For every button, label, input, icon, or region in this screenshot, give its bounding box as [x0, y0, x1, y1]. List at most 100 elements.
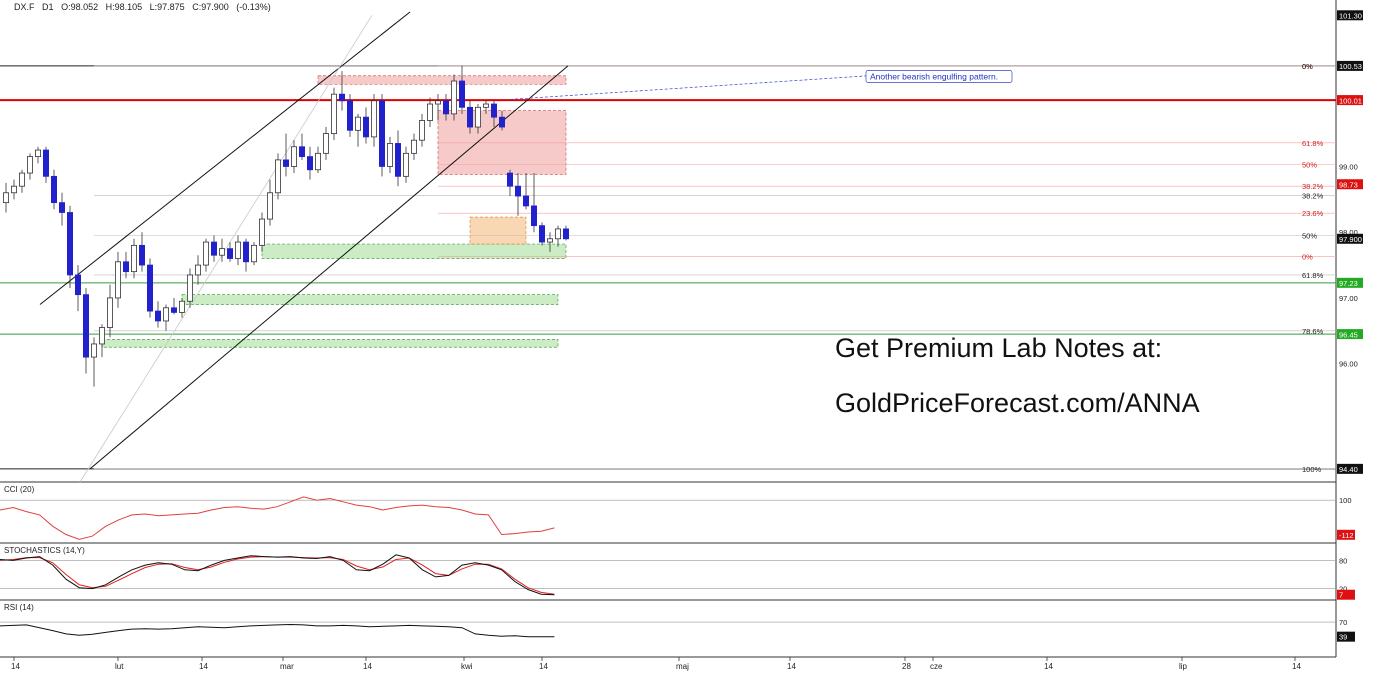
price-axis-label: 94.40	[1339, 465, 1358, 474]
candle-body	[466, 106, 473, 128]
cci-line	[0, 496, 555, 540]
candle-body	[130, 244, 137, 273]
candle-body	[274, 159, 281, 194]
indicator-title: STOCHASTICS (14,Y)	[4, 546, 85, 555]
candle-body	[154, 310, 161, 322]
price-axis-label: 96.45	[1339, 330, 1358, 339]
candle-body	[298, 146, 305, 158]
candle-body	[83, 294, 90, 358]
candle-body	[362, 116, 369, 138]
candle-body	[18, 172, 25, 187]
candle-body	[306, 156, 313, 171]
candle-body	[170, 307, 177, 313]
price-axis-label: 101.30	[1339, 11, 1362, 20]
candle-body	[314, 152, 321, 171]
candle-body	[515, 185, 522, 197]
candle-body	[250, 244, 257, 263]
fib-label: 23.6%	[1302, 209, 1324, 218]
x-axis-label: lip	[1179, 662, 1188, 671]
price-axis-label: 97.00	[1339, 294, 1358, 303]
candle-body	[266, 192, 273, 220]
candle-body	[146, 264, 153, 312]
candle-body	[10, 185, 17, 194]
candle-body	[242, 241, 249, 263]
candle-body	[3, 192, 9, 204]
candle-body	[59, 202, 66, 213]
price-axis-label: 97.900	[1339, 235, 1362, 244]
price-axis-label: 100.53	[1339, 62, 1362, 71]
candle-body	[123, 261, 130, 273]
fib-label: 61.8%	[1302, 139, 1324, 148]
x-axis-label: 14	[363, 662, 372, 671]
candle-body	[51, 175, 58, 204]
candle-body	[547, 238, 554, 243]
indicator-title: RSI (14)	[4, 603, 34, 612]
candle-body	[394, 143, 401, 177]
candle-body	[330, 93, 337, 135]
candle-body	[410, 139, 417, 154]
annotation-text: Another bearish engulfing pattern.	[870, 72, 998, 82]
x-axis-label: 28	[902, 662, 911, 671]
indicator-tick-label: -112	[1339, 531, 1353, 540]
candle-body	[539, 225, 546, 243]
x-axis-label: kwi	[461, 662, 473, 671]
current-zone	[469, 216, 527, 245]
price-axis-label: 97.23	[1339, 279, 1358, 288]
candle-body	[35, 149, 42, 158]
trendline-lower	[89, 65, 569, 470]
candle-body	[258, 218, 265, 246]
fib-label: 38.2%	[1302, 182, 1324, 191]
candle-body	[210, 241, 217, 256]
candle-body	[370, 100, 377, 138]
x-axis-label: mar	[280, 662, 294, 671]
fib-label: 61.8%	[1302, 271, 1324, 280]
indicator-tick-label: 80	[1339, 556, 1347, 565]
promo-line-1: Get Premium Lab Notes at:	[835, 333, 1163, 363]
fib-label: 100%	[1302, 465, 1322, 474]
candle-body	[67, 212, 74, 276]
indicator-title: CCI (20)	[4, 485, 35, 494]
candle-body	[458, 80, 465, 108]
price-chart[interactable]: 0%61.8%50%38.2%23.6%0%0%38.2%50%61.8%78.…	[0, 0, 1385, 674]
candle-body	[426, 103, 433, 121]
candle-body	[531, 205, 538, 227]
indicator-tick-label: 39	[1339, 633, 1347, 642]
support-zone	[101, 339, 559, 348]
fib-label: 50%	[1302, 161, 1317, 170]
candle-body	[91, 343, 98, 358]
x-axis-label: 14	[11, 662, 20, 671]
candle-body	[338, 93, 345, 102]
price-axis-label: 98.73	[1339, 180, 1358, 189]
candle-body	[490, 103, 497, 118]
indicator-tick-label: 70	[1339, 618, 1347, 627]
candle-body	[442, 100, 449, 115]
candle-body	[450, 80, 457, 115]
candle-body	[234, 241, 241, 259]
candle-body	[194, 264, 201, 276]
candle-body	[434, 100, 441, 105]
candle-body	[523, 195, 530, 207]
candle-body	[418, 120, 425, 141]
candle-body	[218, 248, 225, 256]
candle-body	[75, 274, 82, 296]
candle-body	[43, 149, 50, 177]
candle-body	[202, 241, 209, 266]
fib-label: 0%	[1302, 62, 1313, 71]
x-axis-label: 14	[1044, 662, 1053, 671]
candle-body	[498, 116, 505, 128]
candle-body	[482, 103, 489, 108]
candle-body	[99, 327, 106, 345]
promo-line-2[interactable]: GoldPriceForecast.com/ANNA	[835, 388, 1200, 419]
x-axis-label: cze	[930, 662, 943, 671]
candle-body	[563, 228, 570, 240]
candle-body	[107, 297, 114, 328]
candle-body	[26, 156, 33, 174]
fib-label: 0%	[1302, 253, 1313, 262]
candle-body	[226, 248, 233, 259]
resistance-zone	[317, 75, 567, 85]
candle-body	[115, 261, 122, 299]
candle-body	[186, 274, 193, 302]
candle-body	[555, 228, 562, 240]
candle-body	[178, 300, 185, 313]
price-axis-label: 99.00	[1339, 162, 1358, 171]
